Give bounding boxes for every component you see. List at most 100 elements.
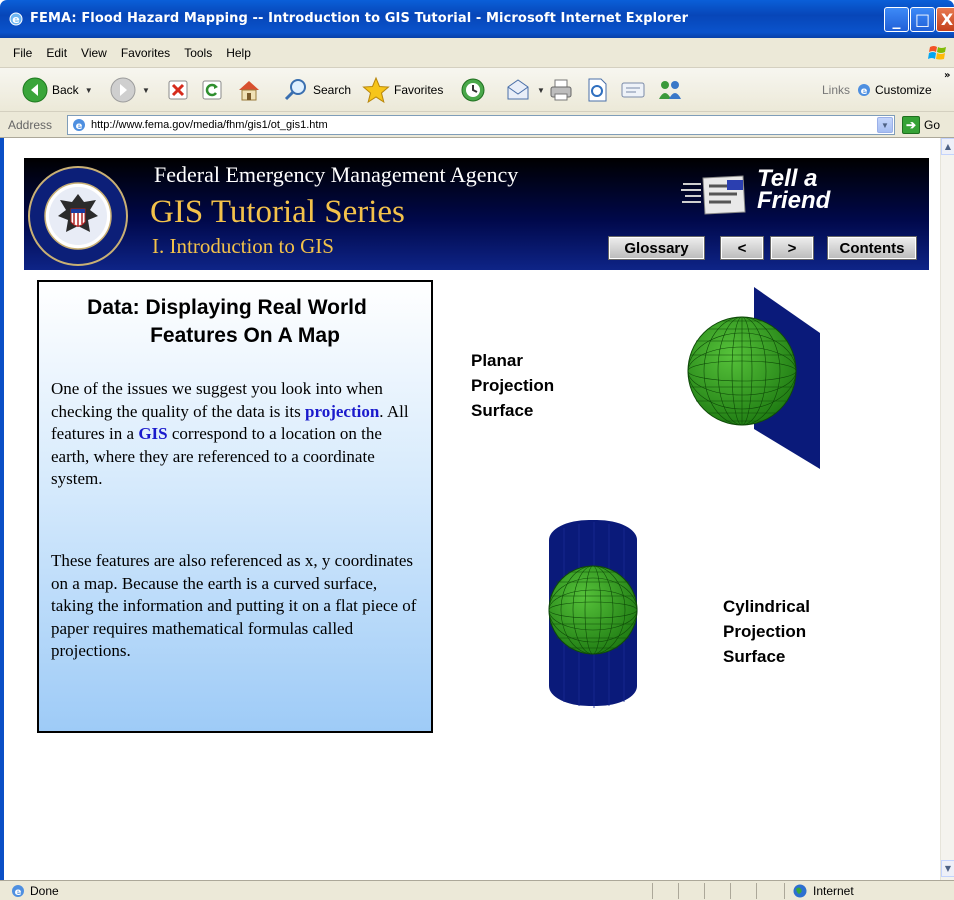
svg-text:e: e xyxy=(861,86,868,97)
previous-button[interactable]: < xyxy=(720,236,764,260)
fema-seal-icon xyxy=(28,166,128,266)
security-zone: Internet xyxy=(792,883,854,899)
section-title: I. Introduction to GIS xyxy=(152,234,334,258)
page-done-icon: e xyxy=(12,884,24,898)
refresh-button[interactable] xyxy=(201,76,223,104)
back-button[interactable]: Back ▼ xyxy=(22,76,93,104)
go-arrow-icon: ➔ xyxy=(902,116,920,134)
glossary-button[interactable]: Glossary xyxy=(608,236,705,260)
back-dropdown-icon[interactable]: ▼ xyxy=(85,86,93,95)
series-title: GIS Tutorial Series xyxy=(150,194,405,230)
status-bar: e Done Internet xyxy=(0,880,954,900)
forward-dropdown-icon[interactable]: ▼ xyxy=(142,86,150,95)
window-title: FEMA: Flood Hazard Mapping -- Introducti… xyxy=(30,11,689,26)
history-button[interactable] xyxy=(460,76,486,104)
next-button[interactable]: > xyxy=(770,236,814,260)
status-divider xyxy=(678,883,679,899)
status-divider xyxy=(652,883,653,899)
svg-text:e: e xyxy=(15,887,22,898)
discuss-button[interactable] xyxy=(620,76,646,104)
home-button[interactable] xyxy=(236,76,262,104)
stop-icon xyxy=(168,80,188,100)
vertical-scrollbar[interactable]: ▲ ▼ xyxy=(940,138,954,880)
customize-links-button[interactable]: e Customize xyxy=(856,82,932,98)
cylindrical-projection-label: Cylindrical Projection Surface xyxy=(723,594,810,669)
cyl-label-line-1: Cylindrical xyxy=(723,597,810,616)
address-dropdown-icon[interactable]: ▼ xyxy=(877,117,893,133)
menu-edit[interactable]: Edit xyxy=(39,46,74,60)
agency-name: Federal Emergency Management Agency xyxy=(154,162,519,187)
customize-label: Customize xyxy=(875,83,932,97)
cyl-label-line-3: Surface xyxy=(723,647,786,666)
scroll-down-icon[interactable]: ▼ xyxy=(941,860,954,877)
edit-page-button[interactable] xyxy=(585,76,609,104)
title-bar[interactable]: e FEMA: Flood Hazard Mapping -- Introduc… xyxy=(0,0,954,38)
stop-button[interactable] xyxy=(167,76,189,104)
address-input[interactable]: e http://www.fema.gov/media/fhm/gis1/ot_… xyxy=(67,115,895,135)
zone-label: Internet xyxy=(813,884,854,898)
address-url: http://www.fema.gov/media/fhm/gis1/ot_gi… xyxy=(91,119,328,131)
refresh-icon xyxy=(202,80,222,100)
go-button[interactable]: ➔ Go xyxy=(902,116,940,134)
forward-arrow-icon xyxy=(110,77,136,103)
panel-heading: Data: Displaying Real World Features On … xyxy=(39,294,431,350)
minimize-button[interactable]: _ xyxy=(884,7,909,32)
mail-dropdown-icon[interactable]: ▼ xyxy=(537,86,545,95)
messenger-button[interactable] xyxy=(656,76,684,104)
minimize-icon: _ xyxy=(892,10,901,29)
mail-button[interactable]: ▼ xyxy=(505,76,545,104)
discuss-icon xyxy=(621,82,645,98)
close-icon: X xyxy=(940,10,954,29)
paragraph-2: These features are also referenced as x,… xyxy=(51,551,417,660)
search-icon xyxy=(284,79,306,101)
more-links-chevron-icon[interactable]: » xyxy=(944,70,950,81)
content-panel: Data: Displaying Real World Features On … xyxy=(37,280,433,733)
contents-button[interactable]: Contents xyxy=(827,236,917,260)
favorites-label: Favorites xyxy=(394,83,444,97)
paragraph-1: One of the issues we suggest you look in… xyxy=(51,378,421,491)
forward-button[interactable]: ▼ xyxy=(110,76,150,104)
planar-label-line-3: Surface xyxy=(471,401,534,420)
planar-projection-label: Planar Projection Surface xyxy=(471,348,554,423)
tell-line-2: Friend xyxy=(757,187,831,214)
address-bar: Address e http://www.fema.gov/media/fhm/… xyxy=(0,112,954,138)
planar-label-line-2: Projection xyxy=(471,376,555,395)
menu-favorites[interactable]: Favorites xyxy=(114,46,177,60)
links-bar: Links e Customize xyxy=(822,82,932,98)
status-divider xyxy=(756,883,757,899)
menu-view[interactable]: View xyxy=(74,46,114,60)
history-icon xyxy=(461,78,485,102)
tell-a-friend-link[interactable]: Tell a Friend xyxy=(757,167,831,214)
print-button[interactable] xyxy=(548,76,574,104)
status-text: Done xyxy=(30,883,59,898)
home-icon xyxy=(239,81,259,101)
internet-globe-icon xyxy=(793,884,807,898)
favorites-button[interactable]: Favorites xyxy=(362,76,443,104)
page-banner: Federal Emergency Management Agency GIS … xyxy=(24,158,929,270)
mail-icon xyxy=(507,79,529,100)
menu-help[interactable]: Help xyxy=(219,46,258,60)
windows-logo-icon xyxy=(928,46,946,60)
maximize-button[interactable]: □ xyxy=(910,7,935,32)
print-icon xyxy=(550,79,572,101)
address-label: Address xyxy=(8,117,53,132)
ie-page-icon: e xyxy=(858,84,871,97)
edit-page-icon xyxy=(588,78,607,102)
scroll-up-icon[interactable]: ▲ xyxy=(941,138,954,155)
page-viewport: Federal Emergency Management Agency GIS … xyxy=(4,138,940,880)
standard-toolbar: Back ▼ ▼ Search Favorites ▼ Links e Cust… xyxy=(0,68,954,112)
go-label: Go xyxy=(924,118,941,132)
projection-link[interactable]: projection xyxy=(305,402,379,421)
menu-file[interactable]: File xyxy=(6,46,39,60)
search-button[interactable]: Search xyxy=(283,76,351,104)
status-divider xyxy=(730,883,731,899)
svg-text:e: e xyxy=(76,121,83,132)
gis-link[interactable]: GIS xyxy=(138,424,167,443)
status-divider xyxy=(704,883,705,899)
favorites-star-icon xyxy=(362,76,390,104)
menu-bar: File Edit View Favorites Tools Help xyxy=(0,38,954,68)
menu-tools[interactable]: Tools xyxy=(177,46,219,60)
close-button[interactable]: X xyxy=(936,7,954,32)
links-label[interactable]: Links xyxy=(822,83,850,97)
page-icon: e xyxy=(73,119,85,132)
